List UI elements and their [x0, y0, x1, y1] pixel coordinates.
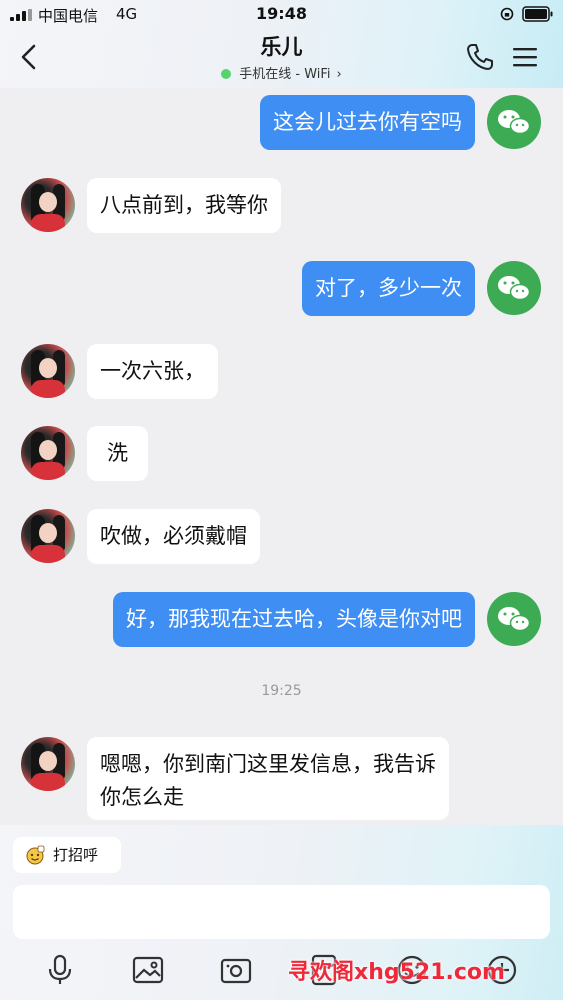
contact-avatar[interactable]: [21, 737, 75, 791]
message-line: 你怎么走: [100, 785, 184, 809]
outgoing-message[interactable]: 对了，多少一次: [302, 261, 475, 316]
contact-avatar[interactable]: [21, 344, 75, 398]
mic-icon[interactable]: [43, 953, 77, 987]
presence-text: 手机在线 - WiFi: [239, 67, 331, 82]
status-bar: 中国电信 4G 19:48: [0, 0, 563, 30]
menu-button[interactable]: [512, 45, 538, 69]
battery-icon: [522, 6, 553, 22]
incoming-message[interactable]: 八点前到，我等你: [87, 178, 281, 233]
my-avatar[interactable]: [487, 95, 541, 149]
incoming-message[interactable]: 一次六张，: [87, 344, 218, 399]
outgoing-message[interactable]: 这会儿过去你有空吗: [260, 95, 475, 150]
message-input[interactable]: [13, 885, 550, 939]
contact-avatar[interactable]: [21, 509, 75, 563]
chevron-right-icon: ›: [336, 67, 342, 82]
wechat-icon: [498, 110, 531, 135]
incoming-message[interactable]: 洗: [87, 426, 148, 481]
wechat-icon: [498, 276, 531, 301]
contact-avatar[interactable]: [21, 426, 75, 480]
image-icon[interactable]: [131, 953, 165, 987]
wechat-icon: [498, 607, 531, 632]
online-dot-icon: [221, 69, 232, 79]
incoming-message[interactable]: 吹做，必须戴帽: [87, 509, 260, 564]
orientation-lock-icon: [500, 7, 514, 21]
greet-label: 打招呼: [53, 846, 99, 864]
incoming-message[interactable]: 嗯嗯，你到南门这里发信息，我告诉 你怎么走: [87, 737, 449, 820]
greet-button[interactable]: 打招呼: [13, 837, 121, 873]
camera-icon[interactable]: [219, 953, 253, 987]
status-time: 19:48: [256, 4, 307, 23]
my-avatar[interactable]: [487, 261, 541, 315]
watermark-text: 寻欢阁xhg521.com: [288, 960, 505, 985]
outgoing-message[interactable]: 好，那我现在过去哈，头像是你对吧: [113, 592, 475, 647]
time-divider: 19:25: [261, 683, 302, 699]
my-avatar[interactable]: [487, 592, 541, 646]
phone-call-button[interactable]: [465, 42, 495, 72]
contact-avatar[interactable]: [21, 178, 75, 232]
greet-emoji-icon: [26, 845, 45, 865]
message-line: 嗯嗯，你到南门这里发信息，我告诉: [100, 752, 436, 776]
chat-header: 中国电信 4G 19:48 乐儿 手机在线 - WiFi ›: [0, 0, 563, 88]
